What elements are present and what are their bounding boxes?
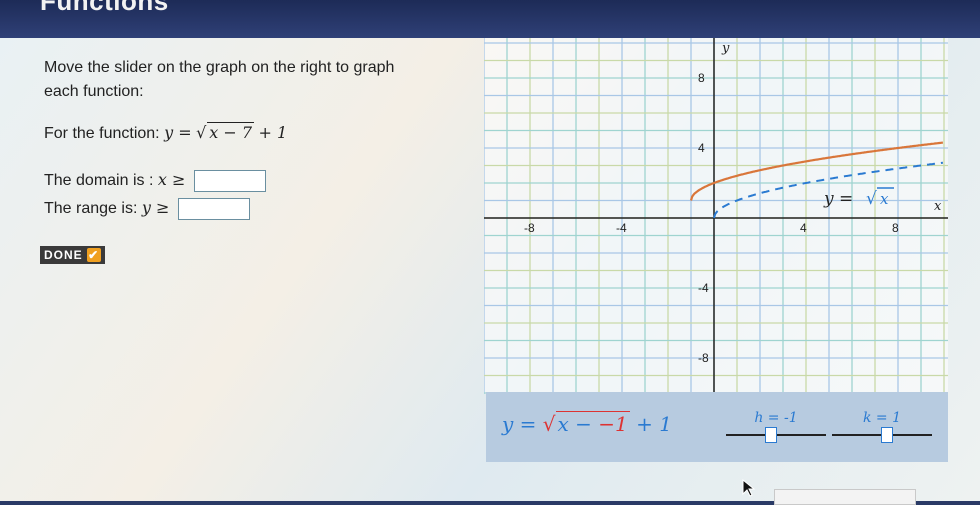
radical-icon: √ [866,189,877,209]
function-tail: + 1 [258,123,288,142]
mouse-cursor-icon [742,479,756,497]
x-tick-label: 8 [892,221,899,235]
domain-answer-input[interactable] [193,170,266,192]
domain-var: x ≥ [157,170,186,190]
activity-panel: Move the slider on the graph on the righ… [0,38,980,505]
y-tick-label: -4 [698,281,709,295]
y-tick-label: 8 [698,71,705,85]
h-slider[interactable]: h = -1 [726,410,826,444]
function-statement: For the function: y = √ x − 7 + 1 [44,122,288,142]
y-tick-label: -8 [698,351,709,365]
range-answer-input[interactable] [177,198,250,220]
y-axis-label: y [721,41,730,56]
range-var: y ≥ [141,198,170,218]
function-radicand: x − 7 [207,122,255,142]
transformed-equation: y = √ x − −1 + 1 [502,411,672,436]
instructions-line-2: each function: [44,83,144,100]
check-icon: ✔ [86,248,101,262]
eq-radicand-a: x − [557,412,592,436]
h-slider-handle[interactable] [765,427,777,443]
eq-radicand-b: −1 [598,412,628,436]
bottom-input-field[interactable] [774,489,916,505]
x-tick-label: 4 [800,221,807,235]
parent-label-lhs: y = [823,189,853,209]
x-tick-label: -4 [616,221,627,235]
done-button[interactable]: DONE ✔ [40,246,105,264]
coordinate-graph[interactable]: -8 -4 4 8 8 4 -4 -8 y x y = √ x [483,38,948,394]
y-tick-label: 4 [698,141,705,155]
top-bar: Functions [0,0,980,38]
parent-label-radicand: x [880,190,889,208]
instructions: Move the slider on the graph on the righ… [44,56,464,104]
x-axis-label: x [934,199,942,214]
h-slider-label: h = -1 [754,410,798,426]
eq-lhs: y = [502,412,537,436]
graph-area[interactable]: -8 -4 4 8 8 4 -4 -8 y x y = √ x [483,38,948,399]
domain-row: The domain is : x ≥ [44,170,266,192]
function-lhs: y = [164,123,192,142]
page-title: Functions [40,0,169,16]
slider-control-bar: y = √ x − −1 + 1 h = -1 k = 1 [486,392,948,462]
k-slider-label: k = 1 [862,410,902,426]
done-label: DONE [44,248,83,262]
instructions-line-1: Move the slider on the graph on the righ… [44,59,395,76]
eq-tail: + 1 [636,412,672,436]
range-label: The range is: [44,200,138,218]
radical-icon: √ [542,412,556,436]
k-slider-handle[interactable] [881,427,893,443]
k-slider[interactable]: k = 1 [832,410,932,444]
x-tick-label: -8 [524,221,535,235]
range-row: The range is: y ≥ [44,198,250,220]
function-prefix: For the function: [44,125,160,142]
domain-label: The domain is : [44,172,154,190]
